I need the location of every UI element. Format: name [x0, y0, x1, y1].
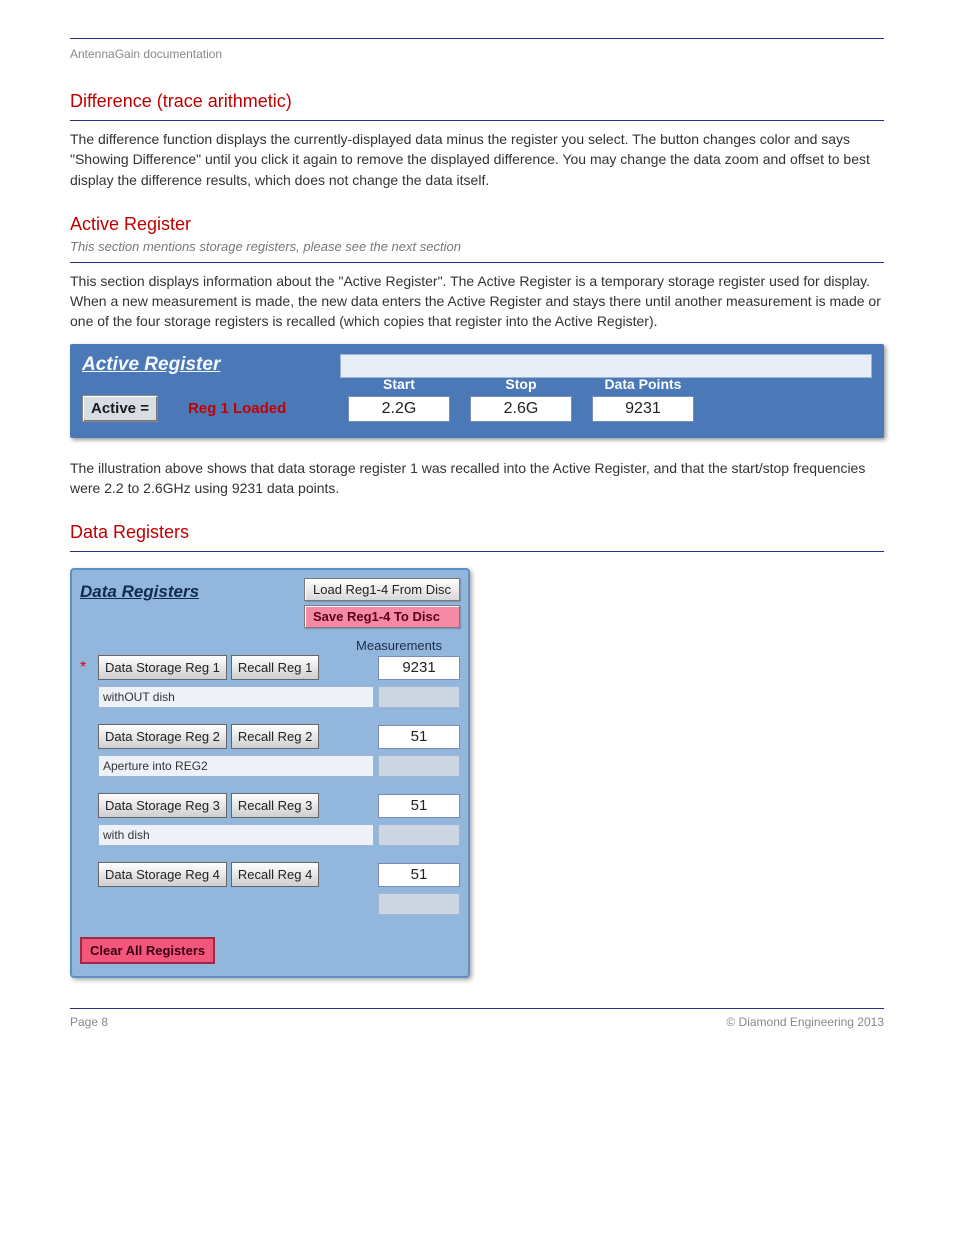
measurements-header: Measurements — [80, 638, 460, 653]
active-register-loaded-label: Reg 1 Loaded — [188, 400, 328, 417]
recall-reg2-button[interactable]: Recall Reg 2 — [231, 724, 319, 749]
register-block-1: * Data Storage Reg 1 Recall Reg 1 9231 — [80, 655, 460, 708]
reg1-measurements: 9231 — [378, 656, 460, 680]
stop-value: 2.6G — [470, 396, 572, 422]
save-registers-button[interactable]: Save Reg1-4 To Disc — [304, 605, 460, 628]
store-reg3-button[interactable]: Data Storage Reg 3 — [98, 793, 227, 818]
datapoints-label: Data Points — [592, 376, 694, 392]
reg3-note-field[interactable] — [98, 824, 374, 846]
header-doctitle: AntennaGain documentation — [70, 47, 884, 61]
reg3-measurements: 51 — [378, 794, 460, 818]
reg3-aux-box — [378, 824, 460, 846]
reg1-aux-box — [378, 686, 460, 708]
store-reg4-button[interactable]: Data Storage Reg 4 — [98, 862, 227, 887]
active-register-body2: The illustration above shows that data s… — [70, 458, 884, 499]
footer-copyright: © Diamond Engineering 2013 — [726, 1015, 884, 1029]
register-block-3: Data Storage Reg 3 Recall Reg 3 51 — [80, 793, 460, 846]
top-rule — [70, 38, 884, 39]
data-registers-panel-title: Data Registers — [80, 578, 199, 602]
active-equals-button[interactable]: Active = — [82, 395, 158, 422]
datapoints-value: 9231 — [592, 396, 694, 422]
clear-all-registers-button[interactable]: Clear All Registers — [80, 937, 215, 964]
start-label: Start — [348, 376, 450, 392]
section-title-active-register: Active Register — [70, 214, 884, 235]
reg4-aux-box — [378, 893, 460, 915]
recall-reg1-button[interactable]: Recall Reg 1 — [231, 655, 319, 680]
reg2-note-field[interactable] — [98, 755, 374, 777]
active-register-subnote: This section mentions storage registers,… — [70, 239, 884, 254]
page-footer: Page 8 © Diamond Engineering 2013 — [70, 1008, 884, 1029]
recall-reg4-button[interactable]: Recall Reg 4 — [231, 862, 319, 887]
start-value: 2.2G — [348, 396, 450, 422]
rule-1 — [70, 120, 884, 121]
load-registers-button[interactable]: Load Reg1-4 From Disc — [304, 578, 460, 601]
active-register-panel-title: Active Register — [82, 354, 220, 376]
active-register-body: This section displays information about … — [70, 271, 884, 332]
footer-page: Page 8 — [70, 1015, 108, 1029]
store-reg2-button[interactable]: Data Storage Reg 2 — [98, 724, 227, 749]
rule-2 — [70, 262, 884, 263]
stop-label: Stop — [470, 376, 572, 392]
recall-reg3-button[interactable]: Recall Reg 3 — [231, 793, 319, 818]
data-registers-panel: Data Registers Load Reg1-4 From Disc Sav… — [70, 568, 470, 978]
reg4-measurements: 51 — [378, 863, 460, 887]
section-title-difference: Difference (trace arithmetic) — [70, 91, 884, 112]
section-title-data-registers: Data Registers — [70, 522, 884, 543]
reg1-note-field[interactable] — [98, 686, 374, 708]
store-reg1-button[interactable]: Data Storage Reg 1 — [98, 655, 227, 680]
star-icon: * — [80, 659, 94, 677]
active-register-panel: Active Register Active = Reg 1 Loaded St… — [70, 344, 884, 438]
active-register-long-field[interactable] — [340, 354, 872, 378]
register-block-2: Data Storage Reg 2 Recall Reg 2 51 — [80, 724, 460, 777]
reg2-measurements: 51 — [378, 725, 460, 749]
difference-body: The difference function displays the cur… — [70, 129, 884, 190]
rule-3 — [70, 551, 884, 552]
reg2-aux-box — [378, 755, 460, 777]
register-block-4: Data Storage Reg 4 Recall Reg 4 51 — [80, 862, 460, 915]
